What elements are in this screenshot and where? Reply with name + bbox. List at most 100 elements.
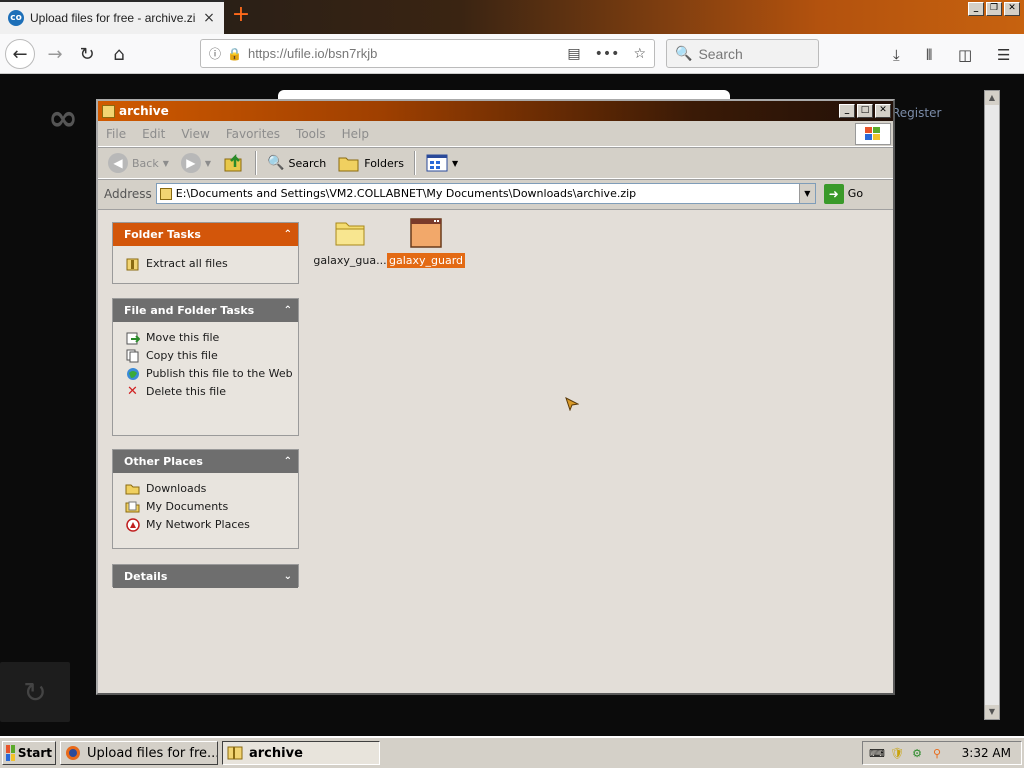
reader-view-icon[interactable]: ▤ [567,46,580,62]
keyboard-icon[interactable]: ⌨ [869,745,885,761]
explorer-title-bar[interactable]: archive _ □ ✕ [98,101,893,121]
copy-file-link[interactable]: Copy this file [125,349,298,363]
extract-icon [125,257,140,271]
collapse-icon[interactable]: ⌃ [284,305,292,316]
chevron-down-icon: ▼ [162,158,169,168]
delete-file-link[interactable]: ✕ Delete this file [125,385,298,399]
scroll-up-icon[interactable]: ▲ [985,91,999,105]
menu-icon[interactable]: ☰ [997,46,1010,64]
downloads-link[interactable]: Downloads [125,482,298,496]
ufile-logo-icon: ∞ [48,98,78,139]
views-button[interactable]: ▼ [422,150,462,176]
move-file-link[interactable]: Move this file [125,331,298,345]
system-tray: ⌨ 🛡 ⚙ ⚲ 3:32 AM [862,741,1022,765]
toolbar-separator [255,151,258,175]
page-actions-icon[interactable]: ••• [595,46,620,62]
menu-view[interactable]: View [181,127,209,141]
back-button[interactable]: ◀ Back ▼ [104,150,173,176]
views-icon [426,154,448,172]
other-places-header[interactable]: Other Places ⌃ [113,450,298,473]
folder-icon [125,482,140,496]
start-button[interactable]: Start [2,741,56,765]
close-button[interactable]: ✕ [1004,2,1020,16]
tab-close-icon[interactable]: × [202,10,216,26]
restore-button[interactable]: ❐ [986,2,1002,16]
explorer-minimize-button[interactable]: _ [839,104,855,118]
search-placeholder: Search [698,45,743,62]
info-icon[interactable]: ⓘ [209,45,221,62]
chevron-down-icon: ▼ [204,158,212,168]
minimize-button[interactable]: _ [968,2,984,16]
menu-bar: File Edit View Favorites Tools Help [98,121,893,147]
back-arrow-icon[interactable]: ← [5,39,35,69]
forward-arrow-icon[interactable]: → [40,39,70,69]
sidebar-icon[interactable]: ◫ [958,46,972,64]
home-icon[interactable]: ⌂ [104,39,134,69]
download-icon[interactable]: ⤓ [893,46,900,64]
my-network-places-link[interactable]: My Network Places [125,518,298,532]
other-places-pane: Other Places ⌃ Downloads My Documents My… [112,449,299,549]
extract-all-files-link[interactable]: Extract all files [125,257,298,271]
bookmark-star-icon[interactable]: ☆ [633,46,646,62]
menu-file[interactable]: File [106,127,126,141]
up-folder-button[interactable] [219,150,249,176]
globe-icon [125,367,140,381]
taskbar-item-archive[interactable]: archive [222,741,380,765]
register-link[interactable]: Register [892,106,941,120]
firefox-icon [66,746,80,760]
menu-edit[interactable]: Edit [142,127,165,141]
my-documents-link[interactable]: My Documents [125,500,298,514]
collapse-icon[interactable]: ⌃ [284,456,292,467]
url-bar[interactable]: ⓘ 🔒 https://ufile.io/bsn7rkjb ▤ ••• ☆ [200,39,655,68]
folders-icon [338,157,359,172]
go-arrow-icon: ➜ [823,183,844,204]
menu-tools[interactable]: Tools [296,127,326,141]
page-scrollbar[interactable]: ▲ ▼ [984,90,1000,720]
window-title: archive [119,104,169,118]
explorer-close-button[interactable]: ✕ [875,104,891,118]
search-field[interactable]: 🔍 Search [666,39,819,68]
menu-help[interactable]: Help [342,127,369,141]
zip-folder-icon [159,187,172,200]
menu-favorites[interactable]: Favorites [226,127,280,141]
collapse-icon[interactable]: ⌃ [284,229,292,240]
search-button[interactable]: 🔍 Search [263,150,330,176]
explorer-maximize-button[interactable]: □ [857,104,873,118]
publish-file-link[interactable]: Publish this file to the Web [125,367,298,381]
search-tray-icon[interactable]: ⚲ [929,745,945,761]
new-tab-button[interactable]: + [230,4,252,28]
desktop: co Upload files for free - archive.zip -… [0,0,1024,768]
scroll-down-icon[interactable]: ▼ [985,705,999,719]
folder-tasks-header[interactable]: Folder Tasks ⌃ [113,223,298,246]
recaptcha-badge-icon[interactable]: ↻ [0,662,70,722]
expand-icon[interactable]: ⌄ [284,571,292,582]
file-item-application[interactable]: galaxy_guard [386,217,466,268]
go-button[interactable]: ➜ Go [823,183,863,204]
file-folder-tasks-pane: File and Folder Tasks ⌃ Move this file C… [112,298,299,436]
details-header[interactable]: Details ⌄ [113,565,298,588]
back-icon: ◀ [108,153,128,173]
taskbar-item-firefox[interactable]: Upload files for fre... [60,741,218,765]
search-icon: 🔍 [675,45,693,61]
toolbar-separator [414,151,416,175]
address-dropdown-icon[interactable]: ▼ [798,184,815,203]
network-icon[interactable]: ⚙ [909,745,925,761]
clock: 3:32 AM [961,746,1011,760]
reload-icon[interactable]: ↻ [72,39,102,69]
security-shield-icon[interactable]: 🛡 [889,745,905,761]
taskbar: Start Upload files for fre... archive ⌨ … [0,736,1024,768]
forward-icon: ▶ [180,153,201,173]
explorer-toolbar: ◀ Back ▼ ▶ ▼ 🔍 Search Folders ▼ [98,147,893,179]
details-pane: Details ⌄ [112,564,299,588]
url-text[interactable]: https://ufile.io/bsn7rkjb [248,46,553,61]
file-folder-tasks-header[interactable]: File and Folder Tasks ⌃ [113,299,298,322]
file-item-folder[interactable]: galaxy_gua... [312,217,388,268]
library-icon[interactable]: ⫴ [926,46,932,64]
forward-button[interactable]: ▶ ▼ [177,150,215,176]
address-field[interactable]: E:\Documents and Settings\VM2.COLLABNET\… [155,183,816,204]
chevron-down-icon: ▼ [452,158,459,168]
browser-tab[interactable]: co Upload files for free - archive.zip -… [0,0,224,34]
folders-button[interactable]: Folders [334,150,408,176]
browser-tab-title: Upload files for free - archive.zip - [30,11,196,25]
address-path[interactable]: E:\Documents and Settings\VM2.COLLABNET\… [176,187,636,200]
